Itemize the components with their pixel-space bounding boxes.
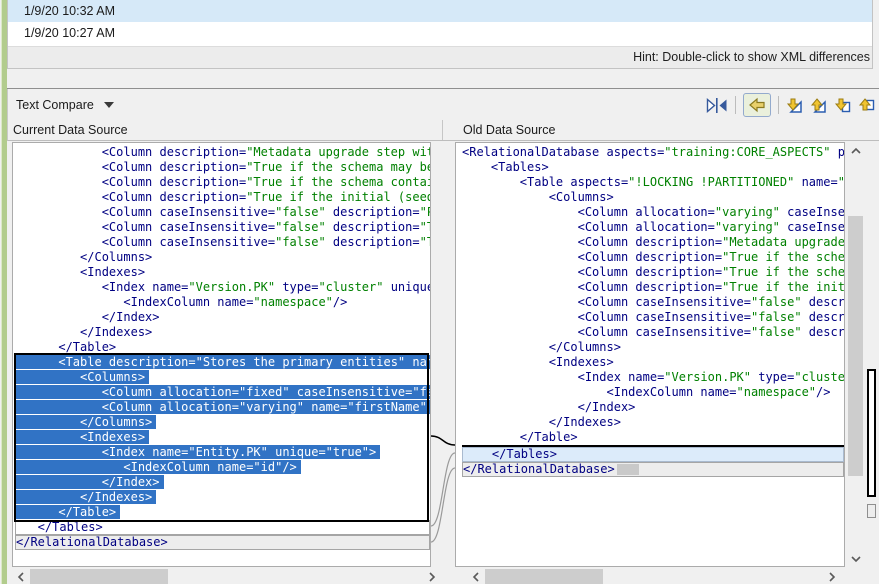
- compare-mode-dropdown[interactable]: Text Compare: [16, 96, 114, 114]
- code-line[interactable]: </Index>: [15, 475, 430, 490]
- compare-window: 1/9/20 10:32 AM1/9/20 10:27 AM Hint: Dou…: [0, 0, 879, 584]
- code-line[interactable]: <Column description="Metadata upgrade st…: [15, 145, 430, 160]
- code-line[interactable]: <Column allocation="varying" caseInsensi…: [462, 220, 844, 235]
- code-line[interactable]: <Columns>: [15, 370, 430, 385]
- code-line[interactable]: <Indexes>: [462, 355, 844, 370]
- hint-bar: Hint: Double-click to show XML differenc…: [8, 46, 872, 68]
- code-line[interactable]: <Indexes>: [15, 430, 430, 445]
- scroll-down-arrow-icon[interactable]: [846, 550, 865, 567]
- code-line[interactable]: <Table description="Stores the primary e…: [15, 355, 430, 370]
- code-line[interactable]: </Columns>: [15, 250, 430, 265]
- history-row[interactable]: 1/9/20 10:32 AM: [8, 0, 872, 22]
- compare-mode-label: Text Compare: [16, 98, 94, 112]
- end-of-document-marker: [617, 464, 639, 475]
- code-line[interactable]: </Index>: [462, 400, 844, 415]
- code-line[interactable]: </Table>: [462, 430, 844, 445]
- diff-connectors: [431, 142, 455, 567]
- code-line[interactable]: <Column description="True if the schema …: [462, 265, 844, 280]
- code-line[interactable]: </Columns>: [462, 340, 844, 355]
- code-line[interactable]: <Index name="Version.PK" type="cluster" …: [462, 370, 844, 385]
- code-line[interactable]: </Table>: [15, 505, 430, 520]
- horizontal-scrollbar-thumb[interactable]: [30, 569, 168, 584]
- left-code-lines: <Column description="Metadata upgrade st…: [13, 143, 430, 550]
- right-pane-vertical-scrollbar[interactable]: [846, 142, 865, 567]
- code-line[interactable]: <IndexColumn name="id"/>: [15, 460, 430, 475]
- code-line[interactable]: </RelationalDatabase>: [15, 535, 430, 550]
- code-line[interactable]: <IndexColumn name="namespace"/>: [15, 295, 430, 310]
- horizontal-scrollbars: [7, 568, 879, 584]
- code-line[interactable]: <RelationalDatabase aspects="training:CO…: [462, 145, 844, 160]
- history-row[interactable]: 1/9/20 10:27 AM: [8, 22, 872, 44]
- compare-toolbar: Text Compare: [7, 89, 879, 120]
- code-line[interactable]: <Column caseInsensitive="false" descript…: [15, 235, 430, 250]
- next-difference-icon[interactable]: [786, 97, 803, 114]
- overview-diff-marker[interactable]: [867, 504, 876, 518]
- previous-change-icon[interactable]: [858, 97, 875, 114]
- toolbar-separator: [778, 96, 779, 114]
- right-pane-title: Old Data Source: [443, 120, 879, 140]
- hint-text: Hint: Double-click to show XML differenc…: [633, 50, 870, 64]
- code-line[interactable]: <Column caseInsensitive="false" descript…: [462, 310, 844, 325]
- scroll-right-arrow-icon[interactable]: [423, 568, 440, 584]
- left-pane-horizontal-scrollbar[interactable]: [12, 568, 440, 584]
- right-code-lines: <RelationalDatabase aspects="training:CO…: [456, 143, 844, 477]
- code-line[interactable]: </Indexes>: [15, 490, 430, 505]
- code-line[interactable]: <Index name="Entity.PK" unique="true">: [15, 445, 430, 460]
- code-line[interactable]: </Tables>: [462, 447, 844, 462]
- scroll-up-arrow-icon[interactable]: [846, 142, 865, 159]
- code-line[interactable]: <Column allocation="fixed" caseInsensiti…: [15, 385, 430, 400]
- vertical-scrollbar-thumb[interactable]: [848, 216, 863, 476]
- code-line[interactable]: <Tables>: [462, 160, 844, 175]
- compare-body: <Column description="Metadata upgrade st…: [7, 141, 879, 568]
- next-change-icon[interactable]: [834, 97, 851, 114]
- code-line[interactable]: <Column description="True if the schema …: [462, 250, 844, 265]
- code-line[interactable]: <Column caseInsensitive="false" descript…: [15, 220, 430, 235]
- scroll-right-arrow-icon[interactable]: [823, 568, 840, 584]
- code-line[interactable]: <Column caseInsensitive="false" descript…: [462, 325, 844, 340]
- code-line[interactable]: <Column allocation="varying" caseInsensi…: [462, 205, 844, 220]
- pane-headers: Current Data Source Old Data Source: [7, 120, 879, 141]
- code-line[interactable]: <Column description="True if the initial…: [15, 190, 430, 205]
- code-line[interactable]: <Index name="Version.PK" type="cluster" …: [15, 280, 430, 295]
- horizontal-scrollbar-thumb[interactable]: [485, 569, 603, 584]
- scroll-left-arrow-icon[interactable]: [467, 568, 484, 584]
- code-line[interactable]: </Indexes>: [462, 415, 844, 430]
- swap-left-right-icon[interactable]: [706, 98, 728, 113]
- chevron-down-icon: [104, 102, 114, 108]
- revision-history-list: 1/9/20 10:32 AM1/9/20 10:27 AM Hint: Dou…: [7, 0, 873, 69]
- code-line[interactable]: <Column caseInsensitive="false" descript…: [462, 295, 844, 310]
- previous-difference-icon[interactable]: [810, 97, 827, 114]
- code-line[interactable]: <Column description="True if the schema …: [15, 175, 430, 190]
- left-pane-title: Current Data Source: [8, 120, 443, 140]
- code-line[interactable]: <Column allocation="varying" name="first…: [15, 400, 430, 415]
- scroll-left-arrow-icon[interactable]: [12, 568, 29, 584]
- code-line[interactable]: <Column description="Metadata upgrade st…: [462, 235, 844, 250]
- code-line[interactable]: <Column caseInsensitive="false" descript…: [15, 205, 430, 220]
- code-line[interactable]: </Indexes>: [15, 325, 430, 340]
- right-code-pane[interactable]: <RelationalDatabase aspects="training:CO…: [455, 142, 845, 567]
- code-line[interactable]: <IndexColumn name="namespace"/>: [462, 385, 844, 400]
- code-line[interactable]: <Column description="True if the schema …: [15, 160, 430, 175]
- left-code-pane[interactable]: <Column description="Metadata upgrade st…: [12, 142, 431, 567]
- overview-current-diff-marker[interactable]: [867, 369, 876, 497]
- code-line[interactable]: </RelationalDatabase>: [462, 462, 844, 477]
- code-line[interactable]: <Column description="True if the initial…: [462, 280, 844, 295]
- code-line[interactable]: <Table aspects="!LOCKING !PARTITIONED" n…: [462, 175, 844, 190]
- code-line[interactable]: <Columns>: [462, 190, 844, 205]
- diff-overview-ruler: [866, 142, 879, 567]
- copy-current-change-right-to-left-icon[interactable]: [743, 93, 771, 117]
- toolbar-icons: [706, 93, 875, 117]
- code-line[interactable]: </Tables>: [15, 520, 430, 535]
- code-line[interactable]: <Indexes>: [15, 265, 430, 280]
- code-line[interactable]: </Columns>: [15, 415, 430, 430]
- right-pane-horizontal-scrollbar[interactable]: [455, 568, 845, 584]
- code-line[interactable]: </Index>: [15, 310, 430, 325]
- code-line[interactable]: </Table>: [15, 340, 430, 355]
- toolbar-separator: [735, 96, 736, 114]
- compare-editor: Text Compare: [7, 88, 879, 584]
- history-rows: 1/9/20 10:32 AM1/9/20 10:27 AM: [8, 0, 872, 44]
